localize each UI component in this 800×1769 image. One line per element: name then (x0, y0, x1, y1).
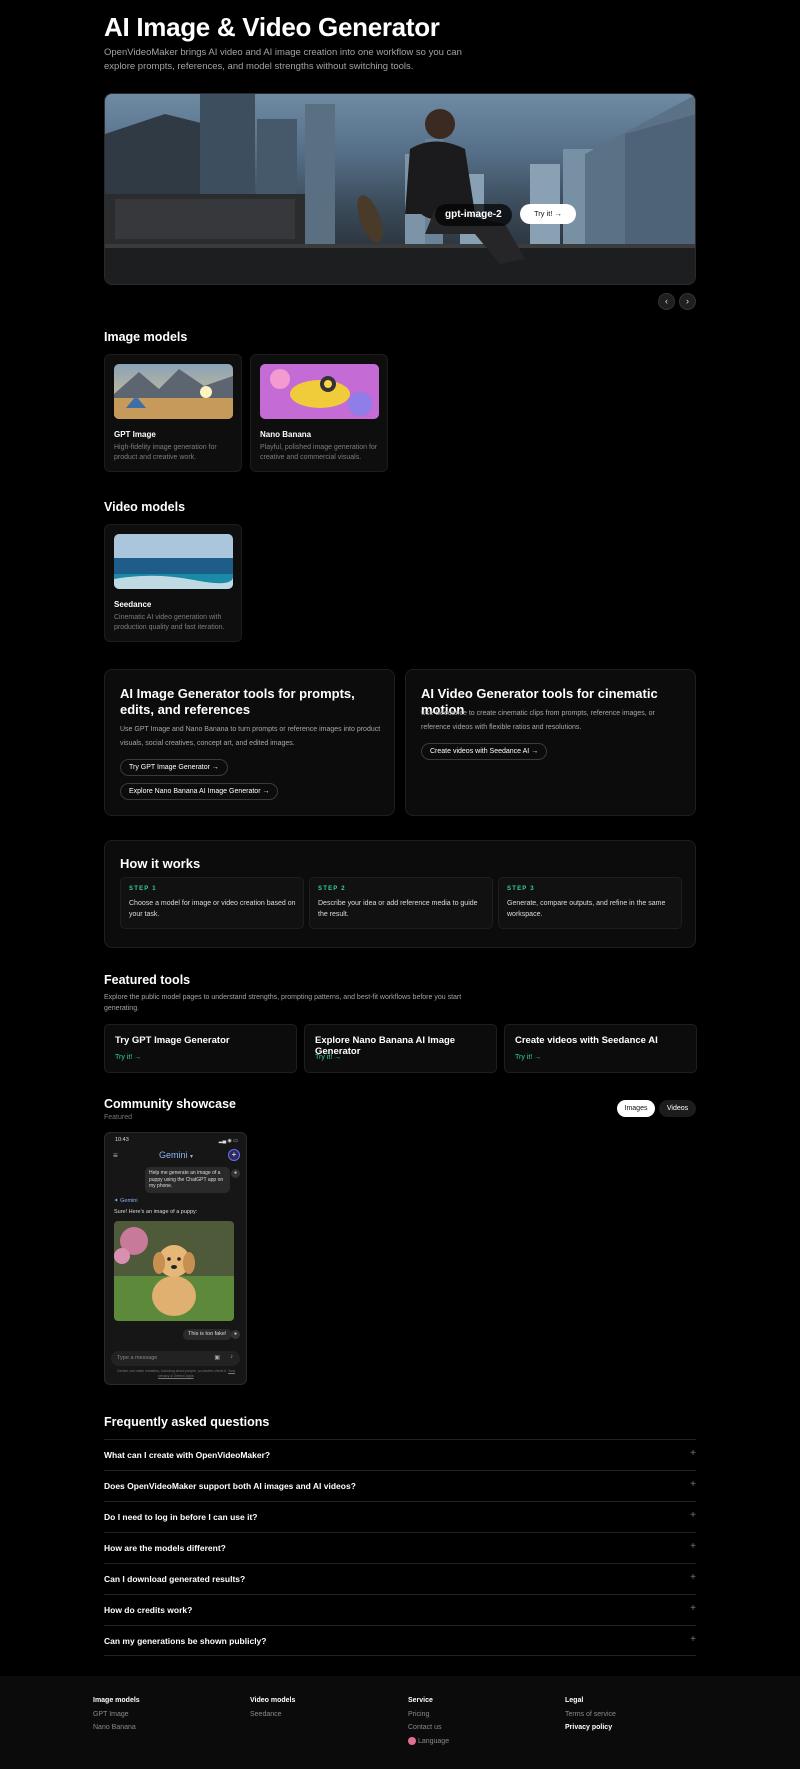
banner-try-button[interactable]: Try it! → (520, 204, 576, 224)
footer-link[interactable]: Contact us (408, 1724, 441, 1731)
footer-link[interactable]: Nano Banana (93, 1724, 136, 1731)
status-icons: ▂▄ ◉ ▭ (218, 1138, 238, 1144)
image-tools-panel: AI Image Generator tools for prompts, ed… (104, 669, 395, 816)
model-name: Seedance (114, 600, 152, 609)
model-description: Cinematic AI video generation with produ… (114, 614, 225, 631)
try-it-link[interactable]: Try it! → (515, 1054, 541, 1061)
image-tools-text: Use GPT Image and Nano Banana to turn pr… (120, 726, 381, 747)
faq-item[interactable]: Do I need to log in before I can use it?… (104, 1501, 696, 1532)
puppy-image (114, 1221, 234, 1321)
community-showcase-heading: Community showcase (104, 1097, 236, 1111)
nano-banana-thumbnail (260, 364, 379, 419)
flag-icon (408, 1737, 416, 1745)
model-description: Playful, polished image generation for c… (260, 444, 378, 461)
message-input[interactable]: Type a message ▣ ♪ (111, 1351, 240, 1366)
video-tools-text: Use Seedance to create cinematic clips f… (421, 710, 655, 731)
explore-nano-banana-button[interactable]: Explore Nano Banana AI Image Generator → (120, 783, 279, 800)
sparkle-icon: ✦ (114, 1198, 119, 1204)
step-card: STEP 3 Generate, compare outputs, and re… (498, 877, 682, 929)
faq-item[interactable]: Can my generations be shown publicly? + (104, 1625, 696, 1656)
footer-link[interactable]: GPT Image (93, 1711, 129, 1718)
model-card-seedance[interactable]: Seedance Cinematic AI video generation w… (104, 524, 242, 642)
faq-heading: Frequently asked questions (104, 1415, 270, 1429)
image-tools-title: AI Image Generator tools for prompts, ed… (120, 686, 355, 717)
microphone-icon[interactable]: ♪ (230, 1354, 233, 1360)
page-subtitle: OpenVideoMaker brings AI video and AI im… (104, 47, 462, 72)
featured-tool-card[interactable]: Create videos with Seedance AI Try it! → (504, 1024, 697, 1073)
banner-model-label: gpt-image-2 (435, 204, 512, 226)
footer-link[interactable]: Seedance (250, 1711, 282, 1718)
plus-icon: + (690, 1603, 696, 1614)
step-card: STEP 2 Describe your idea or add referen… (309, 877, 493, 929)
arrow-right-icon: → (531, 748, 539, 755)
model-name: Nano Banana (260, 430, 312, 439)
footer-heading: Video models (250, 1697, 296, 1704)
faq-item[interactable]: Does OpenVideoMaker support both AI imag… (104, 1470, 696, 1501)
arrow-right-icon: → (262, 788, 270, 795)
gpt-image-thumbnail (114, 364, 233, 419)
footer-heading: Service (408, 1697, 433, 1704)
showcase-item[interactable]: 10:43 ▂▄ ◉ ▭ ≡ Gemini ▾ + Help me genera… (104, 1132, 247, 1385)
try-gpt-image-button[interactable]: Try GPT Image Generator → (120, 759, 228, 776)
plus-icon: + (690, 1572, 696, 1583)
tab-videos[interactable]: Videos (659, 1100, 696, 1117)
how-it-works-title: How it works (120, 856, 201, 871)
featured-tools-heading: Featured tools (104, 973, 191, 987)
featured-tools-subtitle: Explore the public model pages to unders… (104, 994, 462, 1012)
seedance-thumbnail (114, 534, 233, 589)
footer-link[interactable]: Pricing (408, 1711, 429, 1718)
footer-link[interactable]: Terms of service (565, 1711, 616, 1718)
disclaimer: Gemini can make mistakes, including abou… (116, 1369, 236, 1378)
user-avatar-icon: ● (231, 1169, 240, 1178)
model-card-nano-banana[interactable]: Nano Banana Playful, polished image gene… (250, 354, 388, 472)
faq-item[interactable]: Can I download generated results? + (104, 1563, 696, 1594)
footer-heading: Legal (565, 1697, 584, 1704)
tab-images[interactable]: Images (617, 1100, 655, 1117)
page-title: AI Image & Video Generator (104, 12, 440, 42)
user-avatar-icon: ● (231, 1330, 240, 1339)
footer-link[interactable]: Privacy policy (565, 1724, 612, 1731)
user-reply: This is too fake! (183, 1329, 232, 1340)
phone-time: 10:43 (115, 1137, 129, 1143)
faq-item[interactable]: How are the models different? + (104, 1532, 696, 1563)
city-skyline-image (105, 94, 695, 284)
plus-icon: + (690, 1541, 696, 1552)
model-name: GPT Image (114, 430, 156, 439)
model-card-gpt-image[interactable]: GPT Image High-fidelity image generation… (104, 354, 242, 472)
faq-item[interactable]: How do credits work? + (104, 1594, 696, 1625)
carousel-next-button[interactable]: › (679, 293, 696, 310)
image-icon[interactable]: ▣ (214, 1354, 220, 1361)
try-it-link[interactable]: Try it! → (315, 1054, 341, 1061)
app-title: Gemini ▾ (159, 1150, 194, 1160)
video-models-heading: Video models (104, 500, 186, 514)
user-message: Help me generate an image of a puppy usi… (145, 1167, 230, 1193)
video-tools-panel: AI Video Generator tools for cinematic m… (405, 669, 696, 816)
site-footer: Image models GPT Image Nano Banana Video… (0, 1676, 800, 1769)
footer-heading: Image models (93, 1697, 140, 1704)
try-it-link[interactable]: Try it! → (115, 1054, 141, 1061)
chevron-down-icon: ▾ (190, 1154, 194, 1160)
featured-tool-card[interactable]: Try GPT Image Generator Try it! → (104, 1024, 297, 1073)
plus-icon: + (690, 1479, 696, 1490)
step-card: STEP 1 Choose a model for image or video… (120, 877, 304, 929)
bot-message: Sure! Here's an image of a puppy: (114, 1209, 198, 1215)
faq-item[interactable]: What can I create with OpenVideoMaker? + (104, 1439, 696, 1470)
hero-banner[interactable]: gpt-image-2 Try it! → (104, 93, 696, 285)
create-seedance-video-button[interactable]: Create videos with Seedance AI → (421, 743, 548, 760)
arrow-right-icon: → (554, 209, 563, 218)
image-models-heading: Image models (104, 330, 188, 344)
arrow-right-icon: → (211, 764, 219, 771)
bot-label: ✦ Gemini (114, 1198, 138, 1204)
plus-icon: + (690, 1448, 696, 1459)
model-description: High-fidelity image generation for produ… (114, 444, 217, 461)
menu-icon: ≡ (113, 1151, 118, 1160)
plus-icon: + (690, 1634, 696, 1645)
how-it-works-panel: How it works STEP 1 Choose a model for i… (104, 840, 696, 948)
featured-tool-card[interactable]: Explore Nano Banana AI Image Generator T… (304, 1024, 497, 1073)
new-chat-icon: + (228, 1149, 240, 1161)
carousel-prev-button[interactable]: ‹ (658, 293, 675, 310)
plus-icon: + (690, 1510, 696, 1521)
showcase-subtitle: Featured (104, 1114, 133, 1121)
language-selector[interactable]: Language (408, 1737, 449, 1745)
